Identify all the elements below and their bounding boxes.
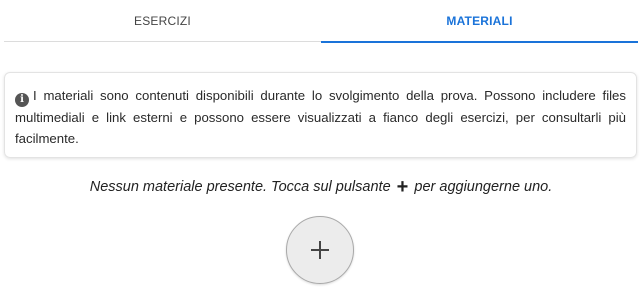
plus-icon [311,241,329,259]
empty-message-before: Nessun materiale presente. Tocca sul pul… [89,179,391,195]
tab-esercizi[interactable]: ESERCIZI [4,0,321,42]
info-box: iI materiali sono contenuti disponibili … [4,72,637,158]
tab-materiali-label: MATERIALI [446,14,513,28]
tab-esercizi-label: ESERCIZI [134,14,191,28]
tab-bar: ESERCIZI MATERIALI [4,0,638,43]
info-icon: i [15,93,29,107]
add-material-button[interactable] [286,216,354,284]
info-text: I materiali sono contenuti disponibili d… [15,88,626,146]
plus-icon: + [396,176,409,198]
empty-state-message: Nessun materiale presente. Tocca sul pul… [0,176,642,199]
empty-message-after: per aggiungerne uno. [414,179,553,195]
tab-materiali[interactable]: MATERIALI [321,0,638,43]
